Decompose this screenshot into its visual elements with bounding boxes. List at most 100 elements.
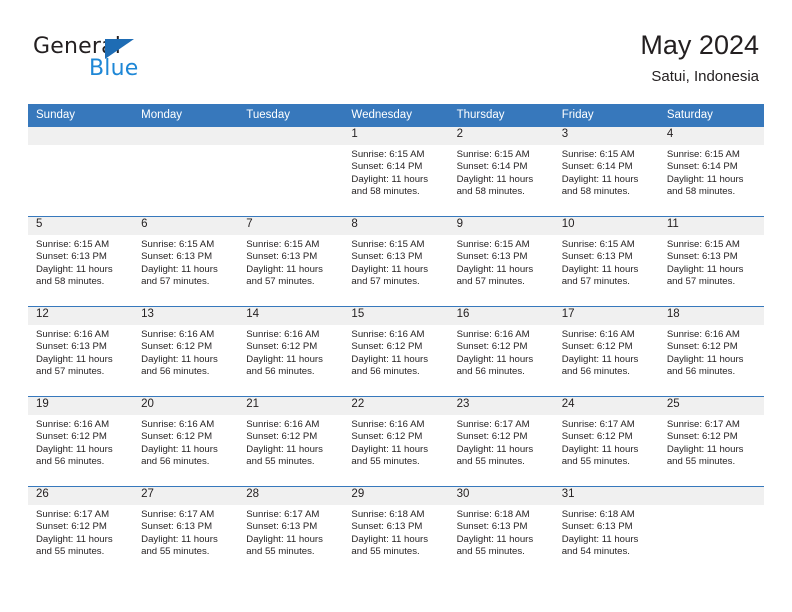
day-detail-daylight-line1: Daylight: 11 hours <box>141 443 218 455</box>
weekday-header-saturday: Saturday <box>658 104 764 127</box>
day-detail-daylight-line1: Daylight: 11 hours <box>351 263 429 275</box>
day-detail-sunrise: Sunrise: 6:16 AM <box>351 419 425 430</box>
day-detail-sunrise: Sunrise: 6:17 AM <box>36 509 110 520</box>
calendar-day-cell[interactable]: 23 Sunrise: 6:17 AM Sunset: 6:12 PM Dayligh… <box>448 396 554 487</box>
calendar-day-cell[interactable]: 10 Sunrise: 6:15 AM Sunset: 6:13 PM Dayligh… <box>553 216 659 307</box>
calendar-day-cell[interactable] <box>658 486 764 576</box>
day-number: 18 <box>658 307 764 325</box>
day-cell-content: 29 Sunrise: 6:18 AM Sunset: 6:13 PM Dayligh… <box>343 487 449 576</box>
day-cell-content: 1 Sunrise: 6:15 AM Sunset: 6:14 PM Daylight… <box>343 127 449 216</box>
calendar-day-cell[interactable]: 27 Sunrise: 6:17 AM Sunset: 6:13 PM Dayligh… <box>133 486 239 576</box>
day-detail-daylight-line1: Daylight: 11 hours <box>456 443 534 455</box>
day-detail-sunset: Sunset: 6:12 PM <box>141 431 213 443</box>
day-detail-daylight-line2: and 58 minutes. <box>351 186 420 198</box>
day-cell-content: 17 Sunrise: 6:16 AM Sunset: 6:12 PM Dayligh… <box>553 307 659 396</box>
day-detail-sunrise: Sunrise: 6:16 AM <box>246 329 320 340</box>
calendar-day-cell[interactable]: 16 Sunrise: 6:16 AM Sunset: 6:12 PM Dayligh… <box>448 306 554 397</box>
day-number: 16 <box>448 307 554 325</box>
calendar-day-cell[interactable]: 25 Sunrise: 6:17 AM Sunset: 6:12 PM Dayligh… <box>658 396 764 487</box>
calendar-day-cell[interactable] <box>28 127 134 217</box>
day-number: 27 <box>133 487 239 505</box>
calendar-day-cell[interactable]: 11 Sunrise: 6:15 AM Sunset: 6:13 PM Dayligh… <box>658 216 764 307</box>
day-cell-content: 3 Sunrise: 6:15 AM Sunset: 6:14 PM Daylight… <box>553 127 659 216</box>
calendar-day-cell[interactable]: 17 Sunrise: 6:16 AM Sunset: 6:12 PM Dayligh… <box>553 306 659 397</box>
calendar-day-cell[interactable]: 7 Sunrise: 6:15 AM Sunset: 6:13 PM Daylight… <box>238 216 344 307</box>
day-detail-daylight-line2: and 55 minutes. <box>36 546 105 558</box>
calendar-day-cell[interactable] <box>238 127 344 217</box>
day-detail-daylight-line2: and 57 minutes. <box>141 276 210 288</box>
calendar-day-cell[interactable]: 2 Sunrise: 6:15 AM Sunset: 6:14 PM Daylight… <box>448 127 554 217</box>
calendar-day-cell[interactable]: 13 Sunrise: 6:16 AM Sunset: 6:12 PM Dayligh… <box>133 306 239 397</box>
day-detail-sunrise: Sunrise: 6:15 AM <box>141 239 215 250</box>
day-details: Sunrise: 6:15 AM Sunset: 6:14 PM Daylight:… <box>554 145 659 199</box>
calendar-day-cell[interactable]: 3 Sunrise: 6:15 AM Sunset: 6:14 PM Daylight… <box>553 127 659 217</box>
weekday-header-monday: Monday <box>133 104 239 127</box>
day-detail-sunrise: Sunrise: 6:15 AM <box>351 239 425 250</box>
day-number: 4 <box>658 127 764 145</box>
day-detail-daylight-line2: and 56 minutes. <box>141 456 210 468</box>
day-number: 7 <box>238 217 344 235</box>
calendar-day-cell[interactable] <box>133 127 239 217</box>
day-details: Sunrise: 6:16 AM Sunset: 6:12 PM Daylight:… <box>659 325 764 379</box>
day-detail-daylight-line2: and 55 minutes. <box>456 456 525 468</box>
day-detail-daylight-line1: Daylight: 11 hours <box>36 443 113 455</box>
day-details: Sunrise: 6:17 AM Sunset: 6:12 PM Daylight:… <box>449 415 554 469</box>
day-detail-daylight-line1: Daylight: 11 hours <box>561 173 639 185</box>
day-details: Sunrise: 6:15 AM Sunset: 6:13 PM Daylight:… <box>133 235 238 289</box>
calendar-day-cell[interactable]: 1 Sunrise: 6:15 AM Sunset: 6:14 PM Daylight… <box>343 127 449 217</box>
calendar-day-cell[interactable]: 20 Sunrise: 6:16 AM Sunset: 6:12 PM Dayligh… <box>133 396 239 487</box>
day-detail-daylight-line2: and 55 minutes. <box>246 546 315 558</box>
day-detail-sunrise: Sunrise: 6:18 AM <box>561 509 635 520</box>
calendar-day-cell[interactable]: 21 Sunrise: 6:16 AM Sunset: 6:12 PM Dayligh… <box>238 396 344 487</box>
calendar-day-cell[interactable]: 12 Sunrise: 6:16 AM Sunset: 6:13 PM Dayligh… <box>28 306 134 397</box>
day-detail-sunset: Sunset: 6:13 PM <box>351 521 423 533</box>
calendar-day-cell[interactable]: 5 Sunrise: 6:15 AM Sunset: 6:13 PM Daylight… <box>28 216 134 307</box>
day-number <box>238 127 344 145</box>
calendar-day-cell[interactable]: 30 Sunrise: 6:18 AM Sunset: 6:13 PM Dayligh… <box>448 486 554 576</box>
calendar-day-cell[interactable]: 8 Sunrise: 6:15 AM Sunset: 6:13 PM Daylight… <box>343 216 449 307</box>
day-detail-sunrise: Sunrise: 6:16 AM <box>456 329 530 340</box>
calendar-day-cell[interactable]: 28 Sunrise: 6:17 AM Sunset: 6:13 PM Dayligh… <box>238 486 344 576</box>
calendar-day-cell[interactable]: 9 Sunrise: 6:15 AM Sunset: 6:13 PM Daylight… <box>448 216 554 307</box>
calendar-day-cell[interactable]: 19 Sunrise: 6:16 AM Sunset: 6:12 PM Dayligh… <box>28 396 134 487</box>
day-detail-daylight-line1: Daylight: 11 hours <box>246 533 323 545</box>
day-details: Sunrise: 6:18 AM Sunset: 6:13 PM Daylight:… <box>449 505 554 559</box>
day-detail-daylight-line1: Daylight: 11 hours <box>246 263 323 275</box>
day-cell-content: 25 Sunrise: 6:17 AM Sunset: 6:12 PM Dayligh… <box>658 397 764 486</box>
calendar-day-cell[interactable]: 31 Sunrise: 6:18 AM Sunset: 6:13 PM Dayligh… <box>553 486 659 576</box>
calendar-day-cell[interactable]: 15 Sunrise: 6:16 AM Sunset: 6:12 PM Dayligh… <box>343 306 449 397</box>
day-details: Sunrise: 6:16 AM Sunset: 6:12 PM Daylight:… <box>28 415 133 469</box>
day-detail-daylight-line1: Daylight: 11 hours <box>36 353 113 365</box>
day-detail-daylight-line1: Daylight: 11 hours <box>456 353 534 365</box>
day-detail-sunrise: Sunrise: 6:15 AM <box>666 149 740 160</box>
day-detail-daylight-line1: Daylight: 11 hours <box>246 443 323 455</box>
title-block: May 2024 Satui, Indonesia <box>640 30 759 85</box>
day-detail-sunset: Sunset: 6:13 PM <box>246 251 318 263</box>
day-detail-daylight-line1: Daylight: 11 hours <box>456 533 534 545</box>
day-detail-sunrise: Sunrise: 6:18 AM <box>351 509 425 520</box>
calendar-day-cell[interactable]: 26 Sunrise: 6:17 AM Sunset: 6:12 PM Dayligh… <box>28 486 134 576</box>
day-detail-sunrise: Sunrise: 6:15 AM <box>246 239 320 250</box>
calendar-day-cell[interactable]: 22 Sunrise: 6:16 AM Sunset: 6:12 PM Dayligh… <box>343 396 449 487</box>
weekday-header-thursday: Thursday <box>448 104 554 127</box>
day-cell-content: 28 Sunrise: 6:17 AM Sunset: 6:13 PM Dayligh… <box>238 487 344 576</box>
day-detail-sunset: Sunset: 6:13 PM <box>561 521 633 533</box>
day-cell-content <box>658 487 764 576</box>
day-detail-sunset: Sunset: 6:12 PM <box>561 431 633 443</box>
calendar-day-cell[interactable]: 14 Sunrise: 6:16 AM Sunset: 6:12 PM Dayligh… <box>238 306 344 397</box>
calendar-day-cell[interactable]: 24 Sunrise: 6:17 AM Sunset: 6:12 PM Dayligh… <box>553 396 659 487</box>
day-cell-content: 9 Sunrise: 6:15 AM Sunset: 6:13 PM Daylight… <box>448 217 554 306</box>
calendar-day-cell[interactable]: 6 Sunrise: 6:15 AM Sunset: 6:13 PM Daylight… <box>133 216 239 307</box>
day-detail-daylight-line2: and 55 minutes. <box>561 456 630 468</box>
day-details: Sunrise: 6:15 AM Sunset: 6:14 PM Daylight:… <box>449 145 554 199</box>
day-detail-sunset: Sunset: 6:14 PM <box>351 161 423 173</box>
general-blue-logo[interactable]: General Blue <box>33 34 273 90</box>
calendar-day-cell[interactable]: 18 Sunrise: 6:16 AM Sunset: 6:12 PM Dayligh… <box>658 306 764 397</box>
day-number: 9 <box>448 217 554 235</box>
day-detail-daylight-line2: and 57 minutes. <box>561 276 630 288</box>
calendar-day-cell[interactable]: 29 Sunrise: 6:18 AM Sunset: 6:13 PM Dayligh… <box>343 486 449 576</box>
calendar-day-cell[interactable]: 4 Sunrise: 6:15 AM Sunset: 6:14 PM Daylight… <box>658 127 764 217</box>
calendar-week-row: 1 Sunrise: 6:15 AM Sunset: 6:14 PM Daylight… <box>28 127 764 217</box>
day-detail-daylight-line1: Daylight: 11 hours <box>351 533 429 545</box>
day-detail-daylight-line2: and 55 minutes. <box>456 546 525 558</box>
